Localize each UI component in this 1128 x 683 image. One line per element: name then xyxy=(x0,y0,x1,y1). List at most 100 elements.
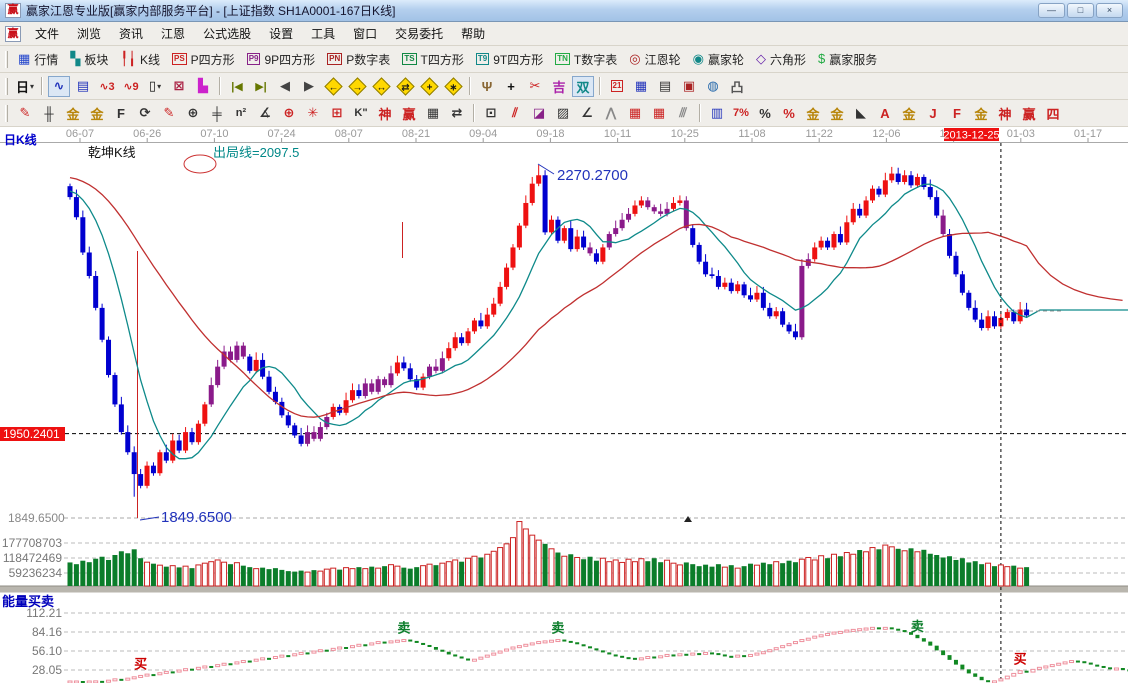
next-bar-button[interactable]: ▶ xyxy=(298,76,320,97)
minimize-button[interactable]: — xyxy=(1038,3,1065,18)
first-page-button[interactable]: |◀ xyxy=(226,76,248,97)
gann-wheel-button[interactable]: ◎江恩轮 xyxy=(624,49,687,70)
close-button[interactable]: × xyxy=(1096,3,1123,18)
red-pen-tool[interactable]: ✎ xyxy=(158,103,180,124)
zoom-in-button[interactable]: + xyxy=(418,76,440,97)
menu-item-工具[interactable]: 工具 xyxy=(302,21,344,46)
circled-grid-tool[interactable]: ⊞ xyxy=(326,103,348,124)
red-grid-tool-1[interactable]: ▦ xyxy=(624,103,646,124)
f-angle-tool[interactable]: F xyxy=(946,103,968,124)
menu-item-交易委托[interactable]: 交易委托 xyxy=(386,21,452,46)
percent-lines-tool[interactable]: % xyxy=(778,103,800,124)
circle-compass-tool[interactable]: ⊕ xyxy=(182,103,204,124)
zoom-all-button[interactable]: ∗ xyxy=(442,76,464,97)
hatch-box-tool[interactable]: ▨ xyxy=(552,103,574,124)
shaded-fan-tool[interactable]: ◪ xyxy=(528,103,550,124)
hide-kline-button[interactable]: ⊠ xyxy=(168,76,190,97)
dense-grid-tool[interactable]: ╪ xyxy=(206,103,228,124)
sector-blocks-button[interactable]: ▚板块 xyxy=(65,49,115,70)
gold-circle-tool[interactable]: 金 xyxy=(802,103,824,124)
t-square-button[interactable]: TST四方形 xyxy=(397,49,471,70)
menu-item-浏览[interactable]: 浏览 xyxy=(68,21,110,46)
win-angle-tool[interactable]: 赢 xyxy=(1018,103,1040,124)
pan-hand-button[interactable]: Ψ xyxy=(476,76,498,97)
maximize-button[interactable]: □ xyxy=(1067,3,1094,18)
position-tool[interactable]: ▥ xyxy=(706,103,728,124)
hexagon-button[interactable]: ◇六角形 xyxy=(751,49,813,70)
menu-item-窗口[interactable]: 窗口 xyxy=(344,21,386,46)
t-percent-tool[interactable]: 7% xyxy=(730,103,752,124)
pivot-flag-tool[interactable]: ◣ xyxy=(850,103,872,124)
winner-wheel-button[interactable]: ◉赢家轮 xyxy=(688,49,751,70)
zoom-h-button[interactable]: ↔ xyxy=(370,76,392,97)
red-grid-tool-2[interactable]: ▦ xyxy=(648,103,670,124)
t-number-button[interactable]: TNT数字表 xyxy=(550,49,624,70)
gold-lines-tool[interactable]: 金 xyxy=(826,103,848,124)
gold-lines-tool-2[interactable]: 金 xyxy=(898,103,920,124)
wave3-button[interactable]: ∿3 xyxy=(96,76,118,97)
n-squared-tool[interactable]: n² xyxy=(230,103,252,124)
pan-left-button[interactable]: ← xyxy=(322,76,344,97)
f-grid-tool[interactable]: F xyxy=(110,103,132,124)
spiral-tool[interactable]: ⟳ xyxy=(134,103,156,124)
menu-item-文件[interactable]: 文件 xyxy=(26,21,68,46)
measure-button[interactable]: ✂ xyxy=(524,76,546,97)
p9-square-button[interactable]: P99P四方形 xyxy=(242,49,322,70)
calculator-button[interactable]: ▦ xyxy=(630,76,652,97)
angle-ruler-tool[interactable]: ∡ xyxy=(254,103,276,124)
wave-tool[interactable]: ⋀ xyxy=(600,103,622,124)
info-list-button[interactable]: ▤ xyxy=(72,76,94,97)
j-angle-tool[interactable]: J xyxy=(922,103,944,124)
menu-item-资讯[interactable]: 资讯 xyxy=(110,21,152,46)
menu-item-设置[interactable]: 设置 xyxy=(260,21,302,46)
gold-grid-tool-2[interactable]: 金 xyxy=(86,103,108,124)
prev-bar-button[interactable]: ◀ xyxy=(274,76,296,97)
fan-lines-tool[interactable]: ⫽ xyxy=(504,103,526,124)
toolbar-grip[interactable] xyxy=(5,51,8,68)
notepad-button[interactable]: ▤ xyxy=(654,76,676,97)
candle-style-selector[interactable]: ▯▾ xyxy=(144,76,166,97)
t9-square-button[interactable]: T99T四方形 xyxy=(471,49,550,70)
swap-button[interactable]: ⇄ xyxy=(394,76,416,97)
parallel-lines-tool[interactable]: ⫻ xyxy=(672,103,694,124)
ray-burst-tool[interactable]: ✳ xyxy=(302,103,324,124)
red-target-tool[interactable]: ⊕ xyxy=(278,103,300,124)
grid-123-tool[interactable]: ▦ xyxy=(422,103,444,124)
wave9-button[interactable]: ∿9 xyxy=(120,76,142,97)
last-page-button[interactable]: ▶| xyxy=(250,76,272,97)
period-selector[interactable]: 日▾ xyxy=(14,76,36,97)
toolbar-grip[interactable] xyxy=(5,105,8,122)
quote-table-button[interactable]: ▦行情 xyxy=(13,49,65,70)
shen-grid-tool[interactable]: 神 xyxy=(374,103,396,124)
k-quote-tool[interactable]: K" xyxy=(350,103,372,124)
win-grid-tool[interactable]: 赢 xyxy=(398,103,420,124)
grid-tool[interactable]: ╫ xyxy=(38,103,60,124)
dual-brain-button[interactable]: 双 xyxy=(572,76,594,97)
crosshair-button[interactable]: + xyxy=(500,76,522,97)
draw-pen-tool[interactable]: ✎ xyxy=(14,103,36,124)
si-angle-tool[interactable]: 四 xyxy=(1042,103,1064,124)
pan-right-button[interactable]: → xyxy=(346,76,368,97)
gold-angle-tool[interactable]: 金 xyxy=(970,103,992,124)
a-wave-tool[interactable]: A xyxy=(874,103,896,124)
kline-button[interactable]: ╿╽K线 xyxy=(115,49,167,70)
menu-item-帮助[interactable]: 帮助 xyxy=(452,21,494,46)
gold-grid-tool-1[interactable]: 金 xyxy=(62,103,84,124)
menu-item-江恩[interactable]: 江恩 xyxy=(152,21,194,46)
printer-button[interactable]: 凸 xyxy=(726,76,748,97)
calendar-21-button[interactable]: 21 xyxy=(606,76,628,97)
chart-canvas[interactable]: 06-0706-2607-1007-2408-0708-2109-0409-18… xyxy=(0,127,1128,683)
box-tool[interactable]: ⊡ xyxy=(480,103,502,124)
toolbar-grip[interactable] xyxy=(5,78,8,95)
angle-lines-tool[interactable]: ∠ xyxy=(576,103,598,124)
shen-angle-tool[interactable]: 神 xyxy=(994,103,1016,124)
span-measure-tool[interactable]: ⇄ xyxy=(446,103,468,124)
p-square-button[interactable]: PSP四方形 xyxy=(167,49,242,70)
service-button[interactable]: $赢家服务 xyxy=(813,49,884,70)
menu-item-公式选股[interactable]: 公式选股 xyxy=(194,21,260,46)
percent-tool[interactable]: % xyxy=(754,103,776,124)
gann-flower-button[interactable]: 吉 xyxy=(548,76,570,97)
p-number-button[interactable]: PNP数字表 xyxy=(322,49,397,70)
zigzag-mode-button[interactable]: ∿ xyxy=(48,76,70,97)
color-chart-button[interactable]: ▙ xyxy=(192,76,214,97)
